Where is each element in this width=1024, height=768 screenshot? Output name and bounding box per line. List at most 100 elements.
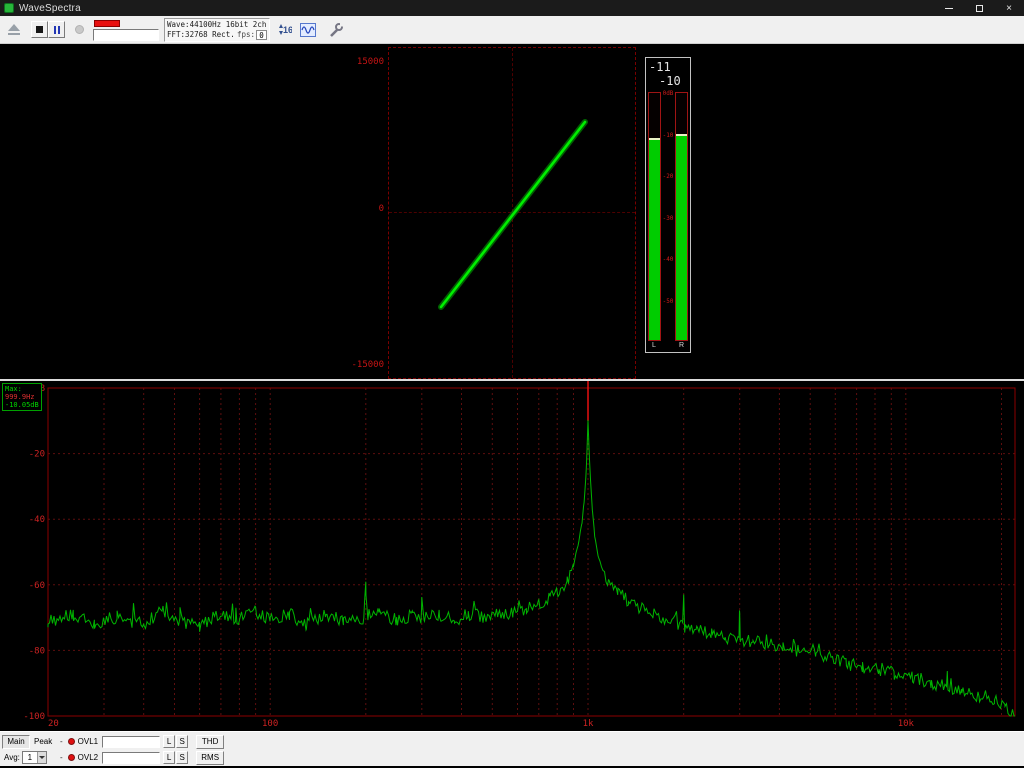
window-controls: × <box>934 0 1024 16</box>
scope-scale-min: -15000 <box>351 360 384 370</box>
l-button-1[interactable]: L <box>163 735 176 748</box>
thd-button[interactable]: THD <box>196 734 225 749</box>
ovl2-input[interactable] <box>102 751 161 764</box>
format-info-panel: Wave:44100Hz 16bit 2ch FFT:32768 Rect. f… <box>164 17 270 42</box>
channel-left-label: L <box>652 342 656 349</box>
app-icon <box>4 3 14 13</box>
s-button-1[interactable]: S <box>176 735 189 748</box>
minimize-icon <box>945 7 953 9</box>
max-readout-box: Max: 999.9Hz -10.05dB <box>2 383 42 411</box>
spectrum-trace <box>47 420 1015 717</box>
meter-fill-right <box>676 134 687 340</box>
statusbar-row-2: Avg: 1 - OVL2 L S RMS <box>2 750 1022 765</box>
svg-text:16: 16 <box>283 25 292 35</box>
record-button[interactable] <box>69 20 89 40</box>
separator-dash: - <box>60 737 63 746</box>
x-axis-label: 10k <box>898 719 915 729</box>
record-level-indicator <box>94 19 120 27</box>
meter-scale-label: 0dB <box>662 89 674 97</box>
peak-mode-label: Peak <box>34 737 53 746</box>
meter-scale-label: -30 <box>662 214 674 222</box>
separator-dash: - <box>60 753 63 762</box>
maximize-icon <box>975 4 983 12</box>
peak-left-value: -11 <box>649 60 671 74</box>
y-axis-label: -80 <box>29 646 45 656</box>
ovl1-input[interactable] <box>102 735 161 748</box>
meter-scale-label: -40 <box>662 255 674 263</box>
main-button[interactable]: Main <box>2 734 30 749</box>
minimize-button[interactable] <box>934 0 964 16</box>
record-icon <box>74 25 84 34</box>
eject-open-icon <box>8 24 20 35</box>
statusbar: Main Peak - OVL1 L S THD Avg: 1 - OVL2 L… <box>0 731 1024 766</box>
scope-scale-max: 15000 <box>356 57 384 67</box>
chevron-down-icon[interactable] <box>36 752 46 763</box>
pause-icon <box>53 25 60 34</box>
meter-bar-left <box>648 92 661 341</box>
lissajous-trace <box>439 120 587 309</box>
level-meter: -11 -10 0dB -10 -20 -30 -40 -50 L R <box>645 57 691 353</box>
bit-depth-icon: 16 <box>279 24 292 35</box>
meter-scale-label: -50 <box>662 297 674 305</box>
avg-select[interactable]: 1 <box>21 751 47 764</box>
record-progress <box>93 19 159 41</box>
scope-scale-zero: 0 <box>378 204 384 214</box>
meter-bar-right <box>675 92 688 341</box>
window-title: WaveSpectra <box>19 2 81 14</box>
y-axis-label: -20 <box>29 450 45 460</box>
meter-fill-left <box>649 138 660 340</box>
stop-icon <box>36 26 43 33</box>
max-label: Max: <box>5 385 22 393</box>
position-field[interactable] <box>93 28 159 41</box>
plot-border <box>47 387 1016 717</box>
s-button-2[interactable]: S <box>176 751 189 764</box>
x-axis-label: 20 <box>48 719 59 729</box>
close-icon: × <box>1006 2 1012 14</box>
meter-scale-label: -20 <box>662 172 674 180</box>
fps-value: 0 <box>256 29 267 40</box>
lissajous-scope <box>388 47 636 379</box>
settings-wrench-icon <box>330 22 344 37</box>
statusbar-row-1: Main Peak - OVL1 L S THD <box>2 734 1022 749</box>
bit-depth-button[interactable]: 16 <box>274 20 294 40</box>
ovl1-label: OVL1 <box>77 737 99 746</box>
fft-format-text: FFT:32768 Rect. <box>167 29 235 39</box>
meter-channel-labels: L R <box>646 342 690 352</box>
ovl1-led <box>67 738 75 745</box>
x-axis-label: 1k <box>583 719 594 729</box>
titlebar: WaveSpectra × <box>0 0 1024 16</box>
transport-group <box>31 21 65 38</box>
max-frequency-value: 999.9Hz <box>5 393 35 401</box>
ovl2-label: OVL2 <box>77 753 99 762</box>
toolbar: Wave:44100Hz 16bit 2ch FFT:32768 Rect. f… <box>0 16 1024 44</box>
spectrum-settings-button[interactable] <box>298 20 318 40</box>
stop-button[interactable] <box>31 21 48 38</box>
y-axis-label: -40 <box>29 515 45 525</box>
avg-label: Avg: <box>4 753 20 762</box>
x-axis-label: 100 <box>262 719 278 729</box>
ovl2-led <box>67 754 75 761</box>
maximize-button[interactable] <box>964 0 994 16</box>
y-axis-label: -100 <box>23 712 45 722</box>
fps-label: fps: <box>236 29 255 39</box>
l-button-2[interactable]: L <box>163 751 176 764</box>
channel-right-label: R <box>678 342 684 349</box>
avg-value: 1 <box>27 753 33 762</box>
spectrum-panel: Max: 999.9Hz -10.05dB 0dB-20-40-60-80-10… <box>0 381 1024 731</box>
max-level-value: -10.05dB <box>5 401 39 409</box>
meter-scale-label: -10 <box>662 131 674 139</box>
rms-button[interactable]: RMS <box>196 750 225 765</box>
settings-button[interactable] <box>326 20 346 40</box>
meter-scale: 0dB -10 -20 -30 -40 -50 <box>661 89 675 341</box>
y-axis-label: -60 <box>29 581 45 591</box>
spectrum-chart: 0dB-20-40-60-80-100201001k10k <box>23 381 1016 729</box>
peak-readout: -11 -10 <box>646 58 690 88</box>
wave-format-text: Wave:44100Hz 16bit 2ch <box>167 19 267 29</box>
pause-button[interactable] <box>48 21 65 38</box>
open-file-button[interactable] <box>4 20 24 40</box>
top-display-panel: 15000 0 -15000 -11 -10 0dB -10 -20 -30 -40 -5… <box>0 44 1024 381</box>
peak-right-value: -10 <box>659 74 681 88</box>
waveform-settings-icon <box>300 22 316 37</box>
close-button[interactable]: × <box>994 0 1024 16</box>
meter-body: 0dB -10 -20 -30 -40 -50 <box>648 89 688 341</box>
